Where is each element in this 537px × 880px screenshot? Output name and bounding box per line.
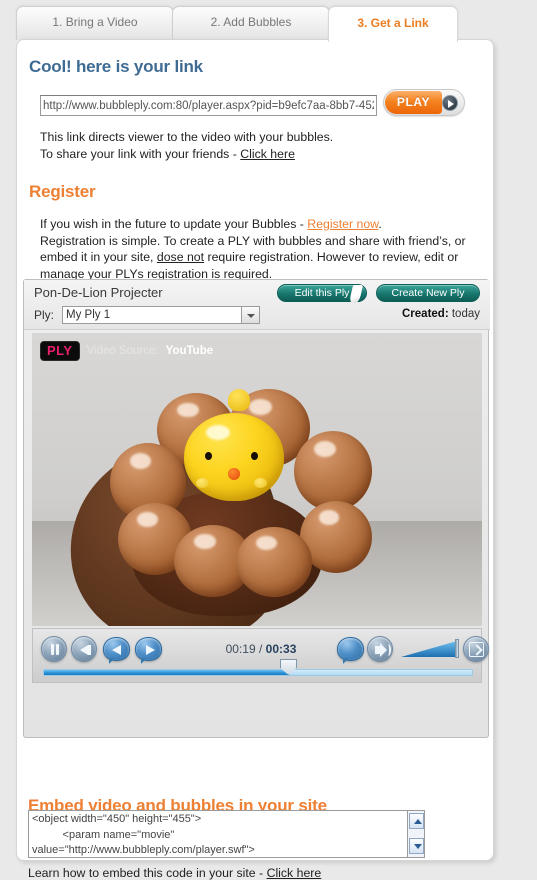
- ply-player: Pon-De-Lion Projecter Edit this Ply Crea…: [23, 279, 490, 738]
- tab-label: 2. Add Bubbles: [210, 15, 292, 29]
- scroll-up-icon[interactable]: [409, 813, 424, 829]
- video-source-overlay: PLY Video Source: YouTube: [40, 341, 213, 361]
- embed-code-textarea[interactable]: [28, 810, 408, 858]
- volume-level-fill: [401, 641, 457, 657]
- toy-ball: [294, 431, 372, 511]
- time-separator: /: [255, 642, 266, 656]
- tab-add-bubbles[interactable]: 2. Add Bubbles: [172, 6, 330, 40]
- video-source-label: Video Source:: [86, 345, 159, 357]
- speaker-icon: [367, 636, 393, 662]
- player-header: Pon-De-Lion Projecter Edit this Ply Crea…: [24, 280, 490, 330]
- speech-bubble-icon: [337, 637, 364, 664]
- restart-button[interactable]: [71, 636, 97, 662]
- create-new-ply-button[interactable]: Create New Ply: [376, 284, 480, 302]
- toggle-bubbles-button[interactable]: [337, 636, 364, 664]
- tab-label: 3. Get a Link: [357, 16, 429, 30]
- create-new-ply-label: Create New Ply: [391, 287, 465, 299]
- register-line2b-suffix: require registration. However to review,…: [204, 250, 459, 264]
- register-line1-suffix: .: [378, 217, 382, 231]
- progress-bar[interactable]: [43, 659, 473, 676]
- link-row: PLAY: [29, 89, 481, 119]
- created-value: today: [451, 308, 480, 320]
- embed-learn-more: Learn how to embed this code in your sit…: [28, 866, 321, 880]
- embed-scrollbar[interactable]: [408, 810, 425, 858]
- volume-button[interactable]: [367, 636, 393, 662]
- toy-tuft-shape: [228, 389, 250, 411]
- skip-to-start-icon: [71, 636, 97, 662]
- chevron-down-icon[interactable]: [242, 306, 260, 324]
- volume-slider[interactable]: [401, 639, 459, 659]
- toy-cheek: [196, 478, 209, 489]
- register-line2a: Registration is simple. To create a PLY …: [40, 233, 466, 248]
- toy-cheek: [254, 478, 267, 489]
- ply-select-value: My Ply 1: [66, 309, 111, 321]
- total-time: 00:33: [265, 642, 297, 656]
- created-label-text: Created:: [402, 308, 449, 320]
- pause-icon: [41, 636, 67, 662]
- progress-bar-fill: [44, 670, 288, 675]
- toy-eye: [205, 451, 212, 460]
- ply-select-label: Ply:: [34, 308, 55, 322]
- register-now-link[interactable]: Register now: [307, 217, 378, 231]
- video-source-value: YouTube: [165, 345, 214, 357]
- play-button[interactable]: PLAY: [383, 89, 465, 116]
- video-stage[interactable]: PLY Video Source: YouTube: [32, 333, 482, 626]
- toy-face: [184, 413, 284, 501]
- next-bubble-button[interactable]: [135, 636, 162, 664]
- play-button-label: PLAY: [385, 91, 442, 114]
- share-link-input[interactable]: [40, 95, 377, 116]
- tab-bring-a-video[interactable]: 1. Bring a Video: [16, 6, 174, 40]
- previous-bubble-button[interactable]: [103, 636, 130, 664]
- register-description: If you wish in the future to update your…: [29, 216, 481, 282]
- ply-logo-badge: PLY: [40, 341, 80, 361]
- link-description: This link directs viewer to the video wi…: [29, 129, 481, 162]
- pause-button[interactable]: [41, 636, 67, 662]
- toy-ball: [236, 527, 312, 597]
- tab-get-a-link[interactable]: 3. Get a Link: [328, 6, 458, 42]
- fullscreen-button[interactable]: [463, 636, 489, 662]
- link-desc-line1: This link directs viewer to the video wi…: [40, 130, 334, 144]
- toy-eye: [251, 451, 258, 460]
- register-line2b-prefix: embed it in your site,: [40, 250, 157, 264]
- scroll-down-icon[interactable]: [409, 838, 424, 854]
- play-icon: [442, 95, 458, 111]
- link-section-heading: Cool! here is your link: [29, 57, 203, 76]
- created-info: Created: today: [402, 308, 480, 320]
- volume-slider-handle[interactable]: [455, 639, 459, 658]
- register-emphasis: dose not: [156, 250, 205, 264]
- main-panel: Cool! here is your link PLAY This link d…: [16, 39, 494, 880]
- time-display: 00:19 / 00:33: [201, 642, 321, 656]
- toy-beak: [228, 467, 240, 480]
- link-desc-line2-prefix: To share your link with your friends -: [40, 146, 241, 161]
- share-click-here-link[interactable]: Click here: [240, 147, 295, 161]
- fullscreen-icon: [463, 636, 489, 662]
- register-line1-prefix: If you wish in the future to update your…: [40, 217, 308, 231]
- embed-learn-prefix: Learn how to embed this code in your sit…: [28, 866, 267, 880]
- video-frame-content: [32, 333, 482, 626]
- ply-select[interactable]: My Ply 1: [62, 306, 242, 324]
- edit-this-ply-label: Edit this Ply: [294, 287, 350, 299]
- tab-label: 1. Bring a Video: [52, 15, 138, 29]
- pencil-icon: [348, 285, 364, 303]
- tab-bar: 1. Bring a Video 2. Add Bubbles 3. Get a…: [0, 6, 537, 42]
- ply-title: Pon-De-Lion Projecter: [34, 285, 163, 300]
- register-section-heading: Register: [29, 182, 96, 201]
- current-time: 00:19: [225, 642, 256, 656]
- edit-this-ply-button[interactable]: Edit this Ply: [277, 284, 367, 303]
- next-bubble-icon: [135, 637, 162, 664]
- embed-click-here-link[interactable]: Click here: [267, 866, 322, 880]
- player-controls: 00:19 / 00:33: [32, 628, 489, 683]
- previous-bubble-icon: [103, 637, 130, 664]
